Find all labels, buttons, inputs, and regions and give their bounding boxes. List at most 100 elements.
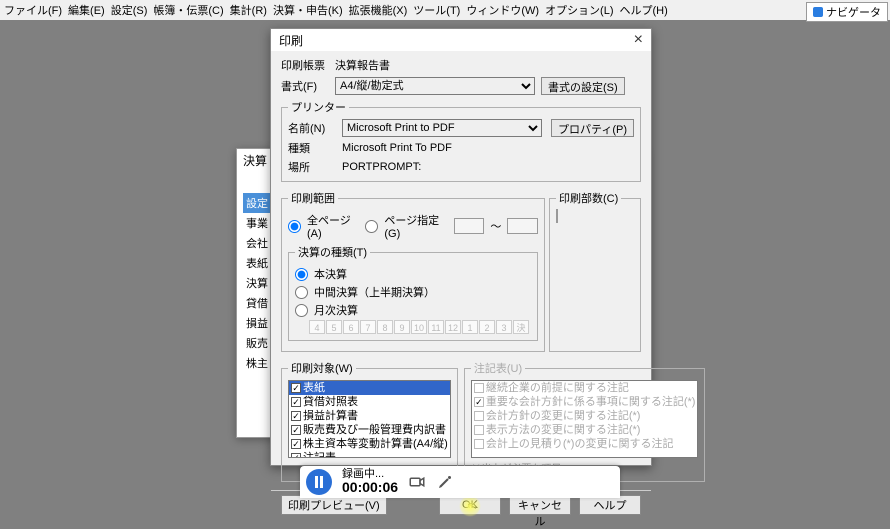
- pause-button[interactable]: [306, 469, 332, 495]
- cancel-button[interactable]: キャンセル: [509, 495, 571, 515]
- menu-ledger[interactable]: 帳簿・伝票(C): [153, 2, 223, 18]
- list-item[interactable]: ✓貸借対照表: [289, 395, 450, 409]
- range-pages-radio[interactable]: [365, 220, 378, 233]
- form-label: 印刷帳票: [281, 57, 329, 73]
- menu-aggregate[interactable]: 集計(R): [230, 2, 267, 18]
- list-item[interactable]: ✓注記表: [289, 451, 450, 458]
- printer-properties-button[interactable]: プロパティ(P): [551, 119, 634, 137]
- notes-legend: 注記表(U): [471, 360, 525, 376]
- menu-help[interactable]: ヘルプ(H): [620, 2, 668, 18]
- checkbox-icon[interactable]: ✓: [291, 425, 301, 435]
- target-list[interactable]: ✓表紙 ✓貸借対照表 ✓損益計算書 ✓販売費及び一般管理費内訳書 ✓株主資本等変…: [288, 380, 451, 458]
- checkbox-icon: [474, 411, 484, 421]
- checkbox-icon: [474, 439, 484, 449]
- page-to[interactable]: [507, 218, 538, 234]
- kessan-mid-radio[interactable]: [295, 286, 308, 299]
- range-group: 印刷範囲 全ページ(A) ページ指定(G) ～ 決算の種類(T) 本決算 中間決…: [281, 190, 545, 352]
- checkbox-icon[interactable]: ✓: [291, 411, 301, 421]
- kessan-month-label: 月次決算: [314, 302, 358, 318]
- menu-tools[interactable]: ツール(T): [413, 2, 460, 18]
- close-icon[interactable]: ×: [634, 31, 643, 49]
- notes-group: 注記表(U) 継続企業の前提に関する注記 ✓重要な会計方針に係る事項に関する注記…: [464, 360, 706, 482]
- printer-loc-label: 場所: [288, 159, 336, 175]
- menu-window[interactable]: ウィンドウ(W): [466, 2, 539, 18]
- pen-icon[interactable]: [436, 473, 454, 491]
- checkbox-icon: [474, 425, 484, 435]
- month-cell[interactable]: 決: [513, 320, 529, 334]
- month-cell[interactable]: 11: [428, 320, 444, 334]
- copies-spinner[interactable]: [556, 209, 558, 223]
- style-select[interactable]: A4/縦/勘定式: [335, 77, 535, 95]
- printer-loc-value: PORTPROMPT:: [342, 161, 634, 173]
- checkbox-icon[interactable]: ✓: [291, 439, 301, 449]
- rec-time: 00:00:06: [342, 480, 398, 495]
- form-value: 決算報告書: [335, 57, 641, 73]
- navigator-button[interactable]: ナビゲータ: [806, 2, 888, 22]
- month-cell[interactable]: 12: [445, 320, 461, 334]
- menu-settings[interactable]: 設定(S): [111, 2, 148, 18]
- target-legend: 印刷対象(W): [288, 360, 356, 376]
- list-item[interactable]: ✓損益計算書: [289, 409, 450, 423]
- list-item: 会計方針の変更に関する注記(*): [472, 409, 698, 423]
- dialog-title: 印刷: [279, 32, 303, 49]
- month-cell[interactable]: 1: [462, 320, 478, 334]
- menu-edit[interactable]: 編集(E): [68, 2, 105, 18]
- printer-name-label: 名前(N): [288, 120, 336, 136]
- kessan-main-label: 本決算: [314, 266, 347, 282]
- range-pages-label: ページ指定(G): [384, 212, 447, 240]
- kessan-month-radio[interactable]: [295, 304, 308, 317]
- print-preview-button[interactable]: 印刷プレビュー(V): [281, 495, 387, 515]
- notes-list: 継続企業の前提に関する注記 ✓重要な会計方針に係る事項に関する注記(*) 会計方…: [471, 380, 699, 458]
- range-legend: 印刷範囲: [288, 190, 338, 206]
- list-item: ✓重要な会計方針に係る事項に関する注記(*): [472, 395, 698, 409]
- page-from[interactable]: [454, 218, 485, 234]
- month-selector: 456789101112123決: [309, 320, 531, 334]
- menu-ext[interactable]: 拡張機能(X): [349, 2, 408, 18]
- range-all-label: 全ページ(A): [307, 212, 359, 240]
- checkbox-icon[interactable]: ✓: [291, 397, 301, 407]
- printer-select[interactable]: Microsoft Print to PDF: [342, 119, 542, 137]
- month-cell[interactable]: 4: [309, 320, 325, 334]
- range-all-radio[interactable]: [288, 220, 301, 233]
- printer-kind-value: Microsoft Print To PDF: [342, 142, 634, 154]
- kessan-group: 決算の種類(T) 本決算 中間決算（上半期決算） 月次決算 4567891011…: [288, 244, 538, 341]
- month-cell[interactable]: 8: [377, 320, 393, 334]
- kessan-main-radio[interactable]: [295, 268, 308, 281]
- month-cell[interactable]: 6: [343, 320, 359, 334]
- menu-file[interactable]: ファイル(F): [4, 2, 62, 18]
- month-cell[interactable]: 7: [360, 320, 376, 334]
- camera-icon[interactable]: [408, 473, 426, 491]
- list-item[interactable]: ✓表紙: [289, 381, 450, 395]
- printer-legend: プリンター: [288, 99, 349, 115]
- printer-group: プリンター 名前(N) Microsoft Print to PDF プロパティ…: [281, 99, 641, 182]
- print-target-group: 印刷対象(W) ✓表紙 ✓貸借対照表 ✓損益計算書 ✓販売費及び一般管理費内訳書…: [281, 360, 458, 482]
- recording-bar: 録画中... 00:00:06: [300, 466, 620, 498]
- month-cell[interactable]: 3: [496, 320, 512, 334]
- copies-legend: 印刷部数(C): [556, 190, 621, 206]
- list-item[interactable]: ✓株主資本等変動計算書(A4/縦): [289, 437, 450, 451]
- month-cell[interactable]: 2: [479, 320, 495, 334]
- kessan-legend: 決算の種類(T): [295, 244, 370, 260]
- menu-option[interactable]: オプション(L): [545, 2, 613, 18]
- checkbox-icon[interactable]: ✓: [291, 453, 301, 458]
- printer-kind-label: 種類: [288, 140, 336, 156]
- print-dialog: 印刷 × 印刷帳票 決算報告書 書式(F) A4/縦/勘定式 書式の設定(S) …: [270, 28, 652, 466]
- month-cell[interactable]: 5: [326, 320, 342, 334]
- checkbox-icon[interactable]: ✓: [291, 383, 301, 393]
- month-cell[interactable]: 10: [411, 320, 427, 334]
- ok-button[interactable]: OK: [439, 495, 501, 515]
- bg-title: 決算: [243, 152, 267, 169]
- help-button[interactable]: ヘルプ: [579, 495, 641, 515]
- checkbox-icon: [474, 383, 484, 393]
- list-item: 会計上の見積り(*)の変更に関する注記: [472, 437, 698, 451]
- month-cell[interactable]: 9: [394, 320, 410, 334]
- list-item: 表示方法の変更に関する注記(*): [472, 423, 698, 437]
- list-item[interactable]: ✓販売費及び一般管理費内訳書: [289, 423, 450, 437]
- menu-bar: ファイル(F) 編集(E) 設定(S) 帳簿・伝票(C) 集計(R) 決算・申告…: [0, 0, 890, 20]
- menu-closing[interactable]: 決算・申告(K): [273, 2, 343, 18]
- style-label: 書式(F): [281, 78, 329, 94]
- kessan-mid-label: 中間決算（上半期決算）: [314, 284, 435, 300]
- style-settings-button[interactable]: 書式の設定(S): [541, 77, 625, 95]
- checkbox-icon: ✓: [474, 397, 484, 407]
- copies-group: 印刷部数(C): [549, 190, 641, 352]
